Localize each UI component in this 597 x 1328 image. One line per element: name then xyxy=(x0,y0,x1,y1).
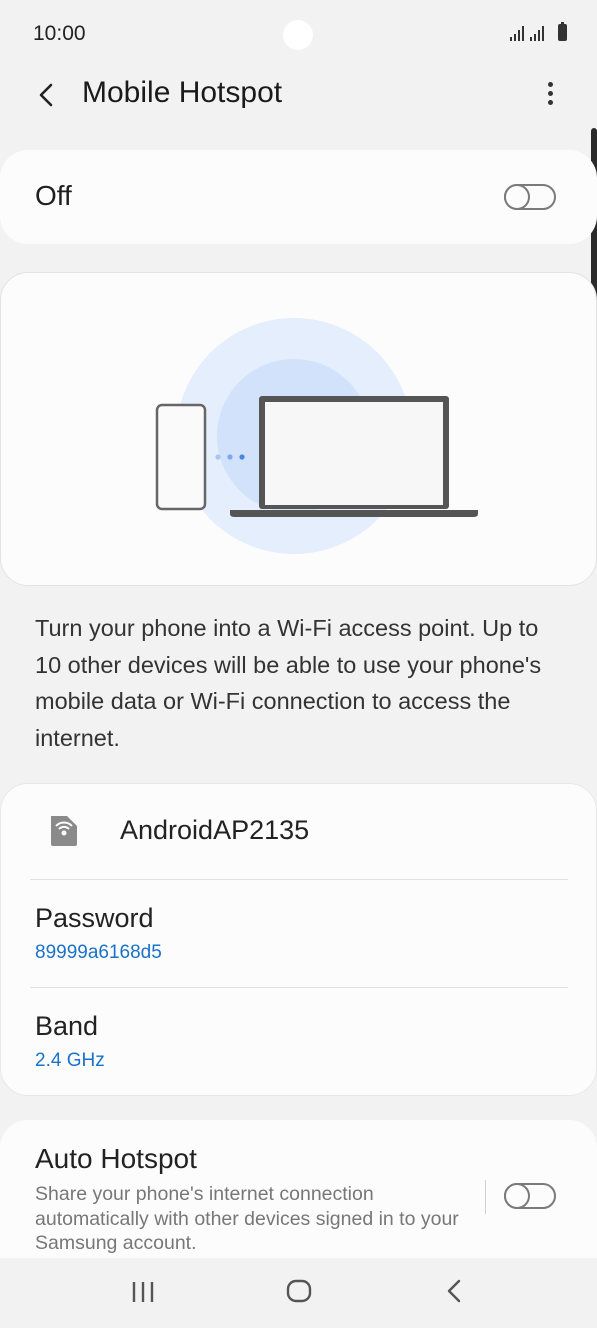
battery-icon xyxy=(558,22,567,41)
divider xyxy=(30,987,568,988)
hotspot-description: Turn your phone into a Wi-Fi access poin… xyxy=(35,615,542,751)
app-bar: Mobile Hotspot xyxy=(0,65,597,125)
home-icon xyxy=(286,1279,312,1303)
more-vertical-icon xyxy=(537,82,563,105)
band-label: Band xyxy=(35,1011,99,1041)
recents-button[interactable] xyxy=(130,1276,156,1311)
vertical-divider xyxy=(485,1180,486,1214)
more-options-button[interactable] xyxy=(537,79,563,111)
back-arrow-icon xyxy=(39,83,53,107)
band-value: 2.4 GHz xyxy=(35,1050,105,1071)
status-time: 10:00 xyxy=(33,22,86,45)
hotspot-network-icon xyxy=(51,816,77,846)
status-bar: 10:00 xyxy=(0,0,597,70)
front-camera xyxy=(283,20,313,50)
phone-laptop-illustration xyxy=(155,318,478,554)
nav-back-button[interactable] xyxy=(440,1276,470,1311)
auto-hotspot-switch[interactable] xyxy=(504,1183,556,1209)
auto-hotspot-title: Auto Hotspot xyxy=(35,1143,197,1174)
status-icons xyxy=(510,22,567,41)
divider xyxy=(30,879,568,880)
signal-icon xyxy=(510,25,524,41)
nav-back-icon xyxy=(447,1279,461,1303)
signal-icon xyxy=(530,25,544,41)
recents-icon xyxy=(132,1282,154,1302)
hotspot-illustration-card xyxy=(0,272,597,586)
back-button[interactable] xyxy=(30,77,66,113)
home-button[interactable] xyxy=(284,1276,314,1311)
network-name: AndroidAP2135 xyxy=(120,815,310,845)
auto-hotspot-description: Share your phone's internet connection a… xyxy=(35,1183,459,1254)
hotspot-switch[interactable] xyxy=(504,184,556,210)
password-value: 89999a6168d5 xyxy=(35,942,162,963)
navigation-bar xyxy=(0,1258,597,1328)
hotspot-state-label: Off xyxy=(35,180,72,211)
password-label: Password xyxy=(35,903,154,933)
page-title: Mobile Hotspot xyxy=(82,76,283,109)
